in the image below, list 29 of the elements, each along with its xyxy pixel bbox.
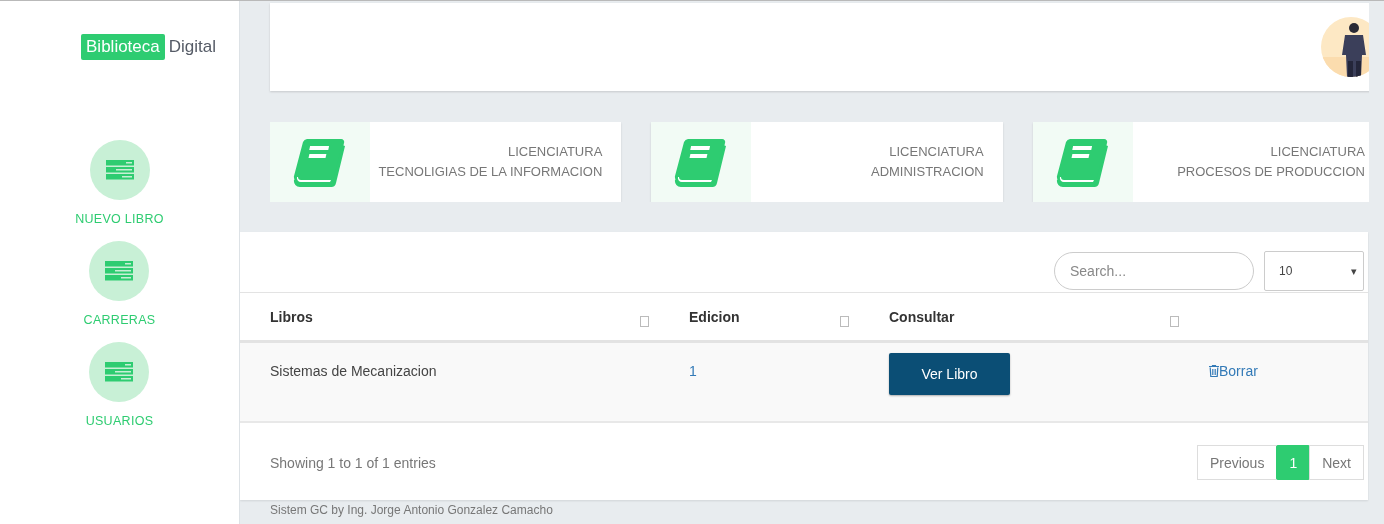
book-icon <box>674 137 729 187</box>
caret-icon: ▾ <box>1351 264 1357 278</box>
table-cell: Sistemas de Mecanizacion <box>270 363 437 379</box>
program-name: ADMINISTRACION <box>871 163 984 181</box>
delete-link[interactable]: Borrar <box>1209 363 1258 379</box>
program-type: LICENCIATURA <box>1270 143 1365 161</box>
table-cell: 1 <box>689 363 697 379</box>
pagination-button[interactable]: Next <box>1309 445 1364 480</box>
program-name: PROCESOS DE PRODUCCION <box>1177 163 1365 181</box>
view-book-button[interactable]: Ver Libro <box>889 353 1010 395</box>
book-icon <box>1055 137 1110 187</box>
program-card[interactable]: LICENCIATURA TECNOLIGIAS DE LA INFORMACION <box>270 122 622 202</box>
trash-icon <box>1209 365 1219 377</box>
search-field[interactable]: Search... <box>1054 252 1254 290</box>
server-stack-icon <box>105 261 134 281</box>
server-stack-icon <box>105 160 134 180</box>
table-info: Showing 1 to 1 of 1 entries <box>270 454 436 471</box>
program-type: LICENCIATURA <box>889 143 984 161</box>
brand-name: Digital <box>168 37 216 57</box>
server-stack-icon <box>105 362 134 382</box>
program-card[interactable]: LICENCIATURA ADMINISTRACION <box>651 122 1003 202</box>
brand-logo: Biblioteca <box>81 34 165 60</box>
page-length-select[interactable]: 10 ▾ <box>1264 251 1364 291</box>
footer-credit: Sistem GC by Ing. Jorge Antonio Gonzalez Camacho <box>270 503 554 517</box>
program-name: TECNOLIGIAS DE LA INFORMACION <box>378 163 603 181</box>
program-card[interactable]: LICENCIATURA PROCESOS DE PRODUCCION <box>1032 122 1369 202</box>
program-type: LICENCIATURA <box>507 143 603 161</box>
pagination-button[interactable]: Previous <box>1196 445 1278 480</box>
book-icon <box>293 137 347 187</box>
